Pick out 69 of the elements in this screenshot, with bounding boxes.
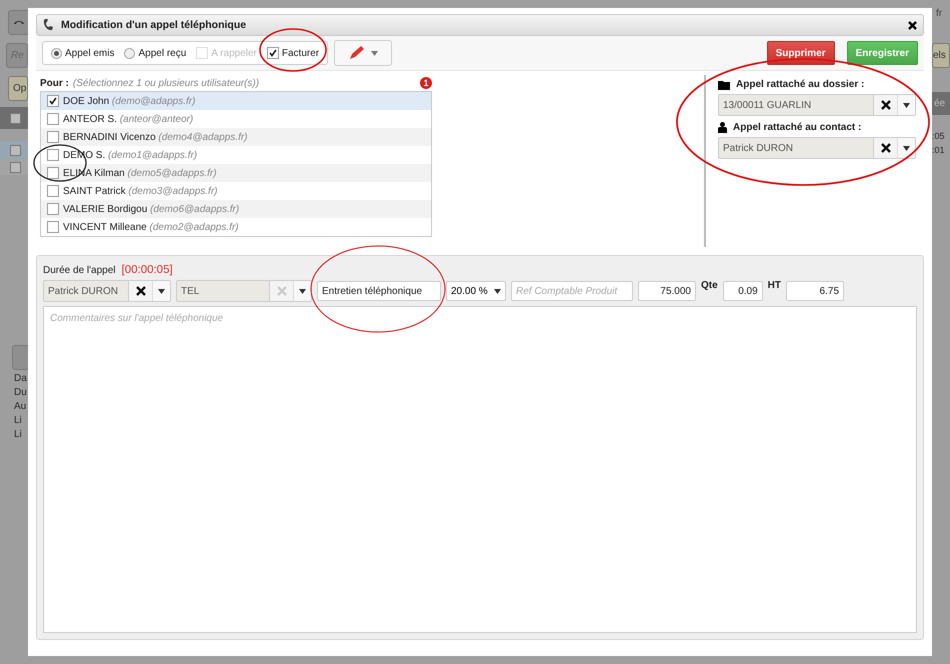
background-header-row <box>0 107 28 129</box>
checkbox-option[interactable]: Facturer <box>266 47 320 59</box>
caret-icon <box>903 102 910 108</box>
qty-field[interactable]: 0.09 <box>722 281 763 301</box>
ref-field[interactable]: Ref Comptable Produit <box>511 281 633 301</box>
background-text: Au <box>13 401 28 412</box>
phone-icon <box>43 19 53 31</box>
total-field[interactable]: 6.75 <box>786 281 844 301</box>
background-tab[interactable]: Op <box>8 76 28 101</box>
comment-field[interactable]: Commentaires sur l'appel téléphonique <box>43 306 917 633</box>
clear-icon <box>880 143 890 153</box>
background-text: :05 <box>932 131 946 141</box>
recipients-label: Pour : <box>40 78 69 88</box>
caret-icon <box>370 50 378 56</box>
duration-value: [00:00:05] <box>122 264 173 276</box>
background-row <box>0 141 28 159</box>
phone-icon <box>13 19 25 25</box>
pen-dropdown-button[interactable] <box>334 40 392 66</box>
background-header: ée <box>932 92 950 115</box>
caret-icon <box>158 288 165 294</box>
count-badge: 1 <box>420 77 432 89</box>
contact-select[interactable]: Patrick DURON <box>43 280 171 302</box>
recipients-hint: (Sélectionnez 1 ou plusieurs utilisateur(s)) <box>72 78 260 88</box>
duration-label: Durée de l'appel <box>43 265 116 276</box>
user-list-item[interactable]: DOE John (demo@adapps.fr) <box>41 92 431 110</box>
check-icon <box>49 97 57 105</box>
background-text: Du <box>13 387 28 398</box>
dropdown-button[interactable] <box>897 138 915 158</box>
clear-button[interactable] <box>128 281 152 301</box>
dropdown-button[interactable] <box>897 95 915 115</box>
user-list-item[interactable]: VALERIE Bordigou (demo6@adapps.fr) <box>41 200 431 218</box>
field-label: Appel rattaché au dossier : <box>736 79 864 90</box>
vat-select[interactable]: 20.00 % <box>446 281 506 301</box>
phone-button[interactable] <box>8 10 28 35</box>
link-select[interactable]: 13/00011 GUARLIN <box>718 94 916 116</box>
caret-icon <box>494 288 501 294</box>
caret-icon <box>299 288 306 294</box>
window-title: Modification d'un appel téléphonique <box>61 19 248 31</box>
pencil-icon <box>348 46 365 60</box>
dropdown-button[interactable] <box>293 281 311 301</box>
radio-option[interactable]: Appel emis <box>51 48 114 58</box>
close-icon[interactable] <box>908 20 917 30</box>
clear-button[interactable] <box>873 138 897 158</box>
background-text: Li <box>13 429 23 440</box>
ht-label: HT <box>768 280 782 291</box>
background-text: Da <box>13 373 28 384</box>
clear-icon <box>136 286 146 296</box>
clear-button[interactable] <box>873 95 897 115</box>
clear-icon <box>276 286 286 296</box>
person-icon <box>718 122 727 133</box>
caret-icon <box>903 146 910 150</box>
radio-option[interactable]: Appel reçu <box>124 48 186 58</box>
check-icon <box>268 49 277 57</box>
price-field[interactable]: 75.000 <box>638 281 696 301</box>
clear-icon <box>880 100 890 110</box>
delete-button[interactable]: Supprimer <box>766 41 835 65</box>
dropdown-button[interactable] <box>152 281 170 301</box>
product-select[interactable]: TEL <box>176 280 312 302</box>
background-row <box>0 159 28 175</box>
description-field[interactable]: Entretien téléphonique <box>317 281 441 301</box>
folder-icon <box>718 80 730 90</box>
field-label: Appel rattaché au contact : <box>733 122 862 133</box>
user-list-item[interactable]: BERNADINI Vicenzo (demo4@adapps.fr) <box>41 128 431 146</box>
language-menu[interactable]: fr <box>932 8 950 19</box>
link-select[interactable]: Patrick DURON <box>718 137 916 159</box>
qty-label: Qte <box>701 280 718 291</box>
background-text: Li <box>13 415 23 426</box>
background-text: :01 <box>932 145 946 155</box>
background-button[interactable]: els <box>932 43 950 68</box>
